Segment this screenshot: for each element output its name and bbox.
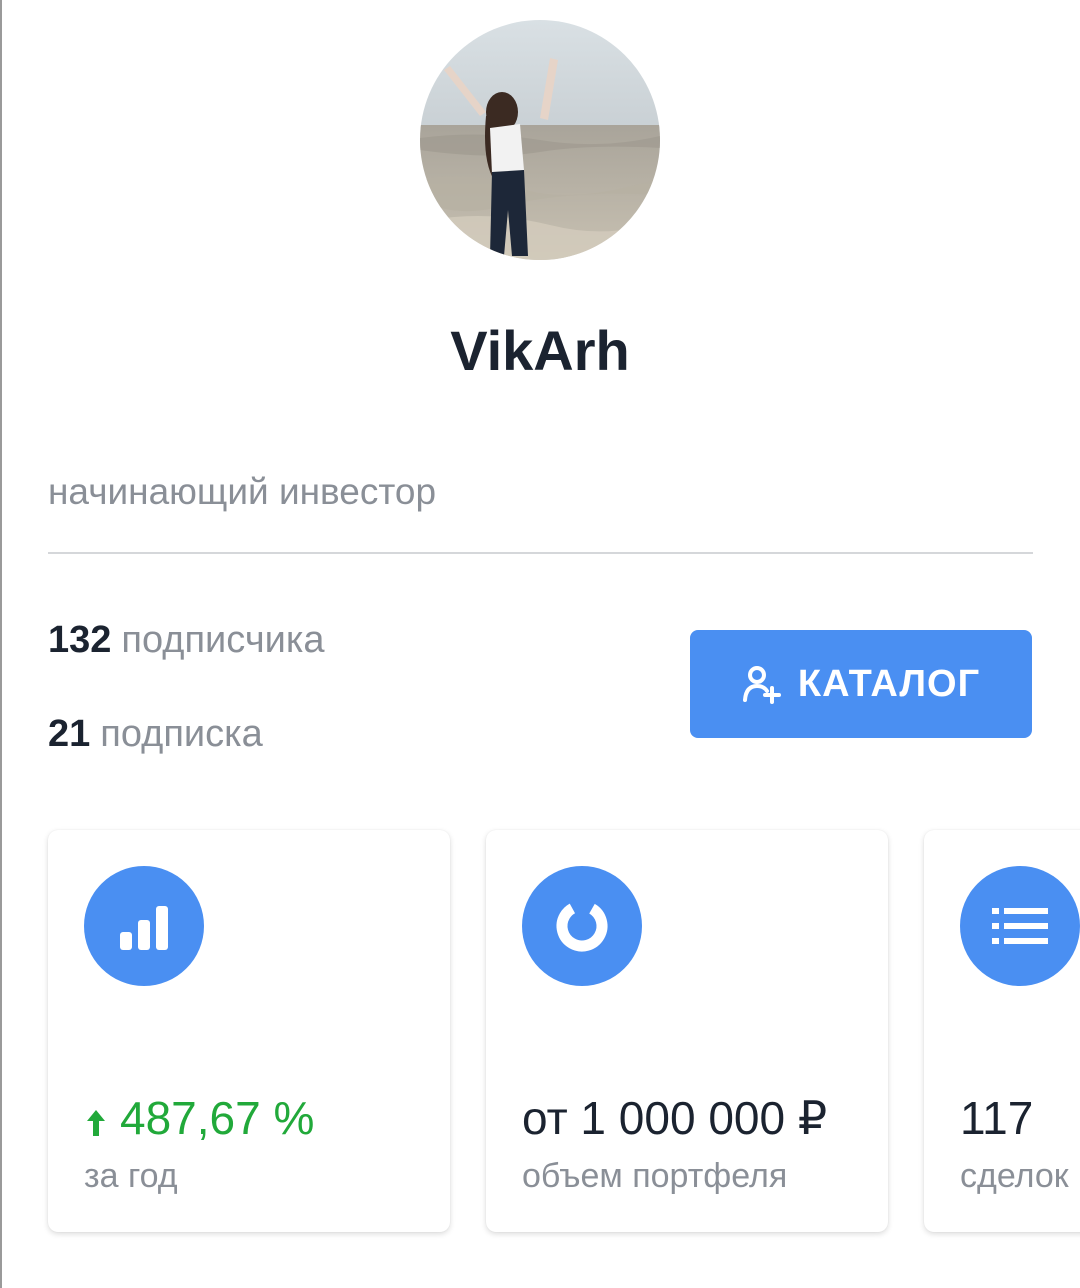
profile-photo xyxy=(420,20,660,260)
yield-card[interactable]: 487,67 % за год xyxy=(48,830,450,1232)
yield-value-row: 487,67 % xyxy=(84,1092,314,1148)
yield-value: 487,67 % xyxy=(120,1092,315,1144)
deals-caption: сделок xyxy=(960,1157,1069,1195)
following-stat[interactable]: 21 подписка xyxy=(48,710,263,758)
following-label: подписка xyxy=(100,713,263,755)
list-icon xyxy=(960,866,1080,986)
profile-page: VikArh начинающий инвестор 132 подписчика… xyxy=(0,0,1080,1288)
avatar[interactable] xyxy=(420,20,660,260)
bar-chart-icon xyxy=(84,866,204,986)
portfolio-value: от 1 000 000 ₽ xyxy=(522,1092,828,1144)
divider xyxy=(48,552,1033,554)
catalog-button-label: КАТАЛОГ xyxy=(797,662,981,705)
deals-value: 117 xyxy=(960,1092,1034,1144)
catalog-button[interactable]: КАТАЛОГ xyxy=(690,630,1032,738)
add-user-icon xyxy=(742,664,782,704)
followers-stat[interactable]: 132 подписчика xyxy=(48,616,324,664)
portfolio-card[interactable]: от 1 000 000 ₽ объем портфеля xyxy=(486,830,888,1232)
username: VikArh xyxy=(450,319,630,382)
donut-chart-icon xyxy=(522,866,642,986)
followers-count: 132 xyxy=(48,619,112,661)
window-edge xyxy=(0,0,2,1288)
portfolio-caption: объем портфеля xyxy=(522,1157,788,1195)
following-count: 21 xyxy=(48,713,91,755)
followers-label: подписчика xyxy=(121,619,325,661)
bio: начинающий инвестор xyxy=(48,471,437,512)
deals-card[interactable]: 117 сделок xyxy=(924,830,1080,1232)
yield-caption: за год xyxy=(84,1157,178,1195)
arrow-up-icon xyxy=(84,1096,108,1148)
